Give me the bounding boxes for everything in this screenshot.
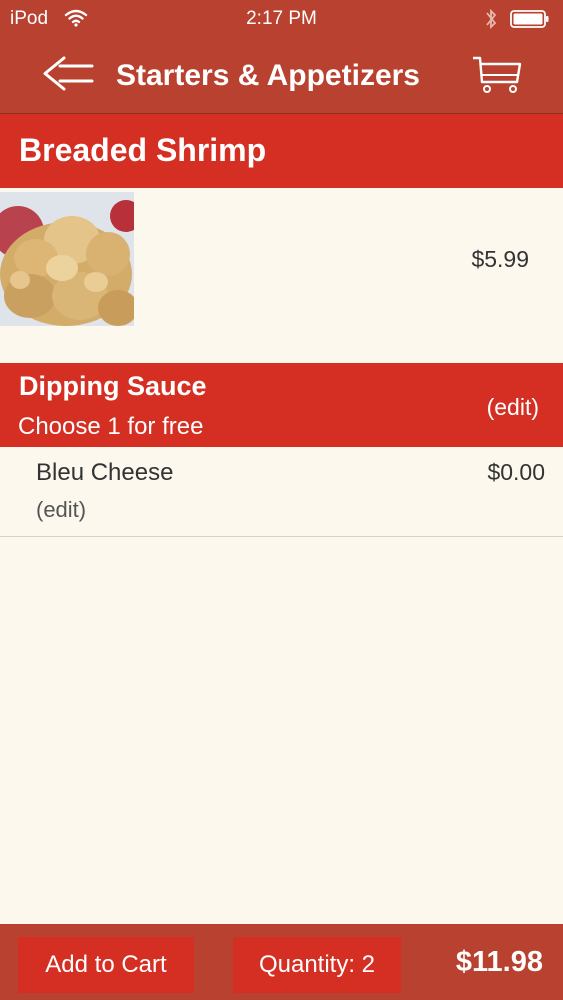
option-group-title: Dipping Sauce (19, 371, 207, 401)
option-group-edit-link[interactable]: (edit) (487, 394, 539, 421)
item-name: Breaded Shrimp (19, 132, 267, 168)
item-price: $5.99 (471, 246, 529, 272)
option-selection-row: Bleu Cheese $0.00 (edit) (0, 447, 563, 537)
bluetooth-icon (486, 8, 497, 30)
navigation-bar: Starters & Appetizers (0, 40, 563, 114)
item-details: $5.99 (0, 188, 563, 362)
option-group-header: Dipping Sauce Choose 1 for free (edit) (0, 363, 563, 447)
battery-icon (510, 10, 549, 28)
option-group-subtitle: Choose 1 for free (18, 413, 204, 440)
status-bar: iPod 2:17 PM (0, 0, 563, 40)
order-total: $11.98 (455, 946, 543, 978)
clock: 2:17 PM (246, 8, 317, 29)
option-selection-edit-link[interactable]: (edit) (36, 497, 86, 523)
option-selection-price: $0.00 (487, 459, 545, 485)
shopping-cart-icon[interactable] (470, 54, 524, 96)
back-arrow-icon[interactable] (40, 54, 96, 94)
quantity-button[interactable]: Quantity: 2 (233, 937, 401, 993)
item-header: Breaded Shrimp (0, 114, 563, 188)
bottom-bar: Add to Cart Quantity: 2 $11.98 (0, 924, 563, 1000)
option-selection-name: Bleu Cheese (36, 459, 174, 486)
breaded-shrimp-photo (0, 192, 134, 326)
add-to-cart-button[interactable]: Add to Cart (18, 937, 194, 993)
page-title: Starters & Appetizers (116, 59, 420, 92)
food-image (0, 192, 134, 326)
